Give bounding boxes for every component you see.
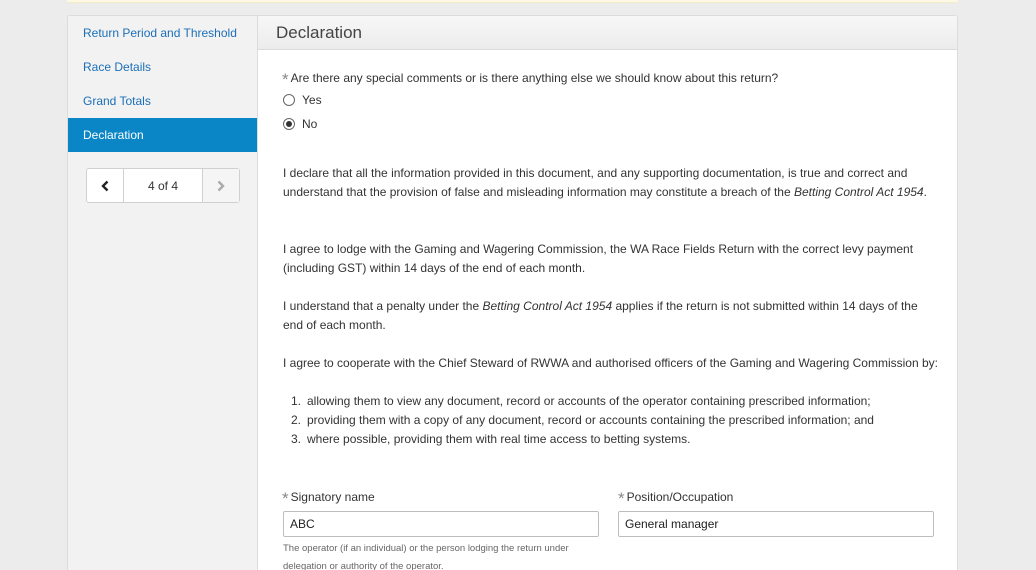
next-button[interactable]: [202, 169, 239, 202]
list-item: 1. allowing them to view any document, re…: [283, 392, 938, 411]
radio-no[interactable]: No: [283, 117, 317, 131]
required-asterisk: *: [618, 489, 625, 508]
alert-strip: [67, 0, 958, 3]
required-asterisk: *: [282, 489, 289, 508]
para3-act: Betting Control Act 1954: [482, 299, 613, 313]
para1-end: .: [923, 185, 927, 199]
position-input[interactable]: [618, 511, 934, 537]
sidebar-item-return-period[interactable]: Return Period and Threshold: [68, 16, 257, 50]
list-item-number: 2.: [290, 413, 301, 427]
comments-question-text: Are there any special comments or is the…: [290, 71, 779, 85]
pager: 4 of 4: [86, 168, 240, 203]
main-content: Declaration * Are there any special comme…: [258, 16, 957, 570]
list-item-text: allowing them to view any document, reco…: [307, 394, 871, 408]
radio-no-circle[interactable]: [283, 118, 295, 130]
signatory-help-text: The operator (if an individual) or the p…: [283, 543, 569, 570]
list-item: 2. providing them with a copy of any docu…: [283, 411, 938, 430]
radio-yes[interactable]: Yes: [283, 93, 322, 107]
position-label: * Position/Occupation: [618, 486, 734, 508]
list-item-number: 1.: [290, 394, 301, 408]
list-item: 3. where possible, providing them with re…: [283, 430, 938, 449]
sidebar: Return Period and Threshold Race Details…: [68, 16, 258, 570]
sidebar-item-declaration[interactable]: Declaration: [68, 118, 257, 152]
list-item-text: providing them with a copy of any docume…: [307, 413, 874, 427]
radio-no-label: No: [302, 117, 318, 131]
signatory-name-input[interactable]: [283, 511, 599, 537]
list-item-number: 3.: [290, 432, 301, 446]
comments-question: * Are there any special comments or is th…: [282, 67, 779, 89]
declaration-paragraph-4: I agree to cooperate with the Chief Stew…: [283, 356, 938, 370]
page-title: Declaration: [258, 16, 957, 50]
chevron-right-icon: [217, 180, 225, 191]
previous-button[interactable]: [87, 169, 124, 202]
declaration-paragraph-3: I understand that a penalty under the Be…: [283, 297, 938, 335]
declaration-paragraph-1: I declare that all the information provi…: [283, 164, 938, 202]
sidebar-item-race-details[interactable]: Race Details: [68, 50, 257, 84]
page-count: 4 of 4: [147, 178, 179, 193]
declaration-paragraph-2: I agree to lodge with the Gaming and Wag…: [283, 242, 914, 275]
signatory-name-label: * Signatory name: [282, 486, 375, 508]
signatory-name-label-text: Signatory name: [290, 490, 375, 504]
list-item-text: where possible, providing them with real…: [307, 432, 691, 446]
sidebar-item-grand-totals[interactable]: Grand Totals: [68, 84, 257, 118]
radio-yes-label: Yes: [302, 93, 322, 107]
position-label-text: Position/Occupation: [626, 490, 734, 504]
form-panel: Return Period and Threshold Race Details…: [67, 15, 958, 570]
cooperation-list: 1. allowing them to view any document, re…: [283, 392, 938, 449]
chevron-left-icon: [101, 180, 109, 191]
radio-yes-circle[interactable]: [283, 94, 295, 106]
para1-act: Betting Control Act 1954: [793, 185, 924, 199]
para3-text: I understand that a penalty under the: [283, 299, 483, 313]
required-asterisk: *: [282, 70, 289, 89]
